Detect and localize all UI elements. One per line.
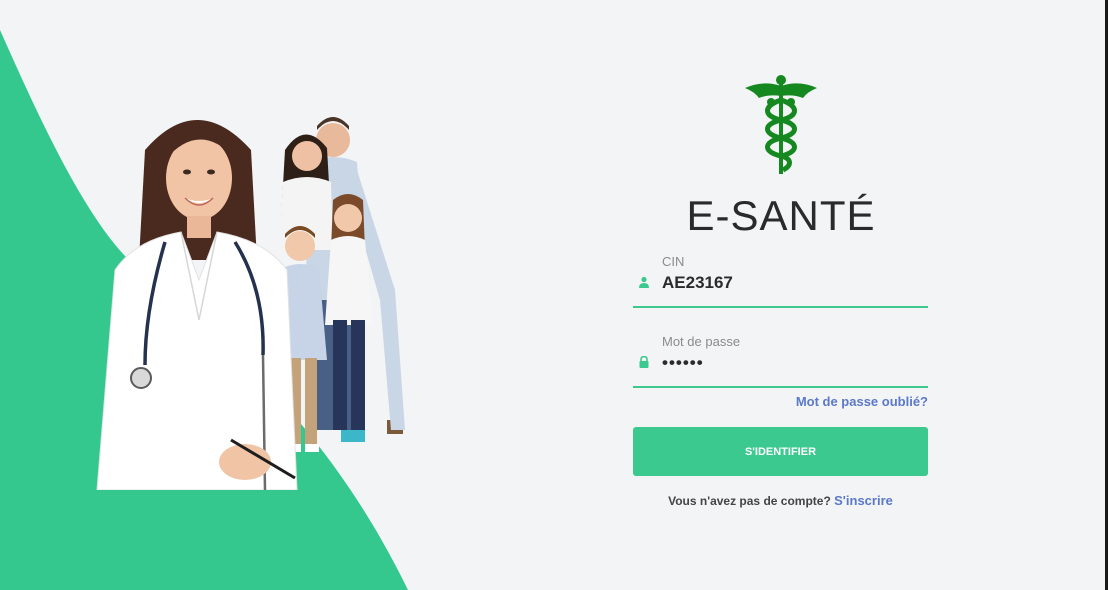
password-label: Mot de passe xyxy=(662,334,741,349)
caduceus-icon xyxy=(745,75,817,174)
doctor xyxy=(96,120,298,490)
lock-icon xyxy=(639,356,649,368)
signup-prompt: Vous n'avez pas de compte? xyxy=(668,494,831,508)
cin-field[interactable]: CIN xyxy=(633,250,928,308)
cin-label: CIN xyxy=(662,254,685,269)
login-button[interactable]: S'IDENTIFIER xyxy=(633,427,928,476)
password-input[interactable]: •••••• xyxy=(662,353,912,373)
password-field[interactable]: Mot de passe •••••• xyxy=(633,330,928,388)
user-icon xyxy=(639,276,649,288)
app-title: E-SANTÉ xyxy=(686,192,876,239)
signup-link[interactable]: S'inscrire xyxy=(834,493,893,508)
doctor-family-image xyxy=(96,117,405,490)
brand-block: E-SANTÉ xyxy=(633,70,929,240)
login-page: E-SANTÉ CIN Mot de passe •••••• Mot de p… xyxy=(0,0,1108,590)
forgot-password-link[interactable]: Mot de passe oublié? xyxy=(796,394,928,409)
signup-row: Vous n'avez pas de compte? S'inscrire xyxy=(633,493,928,508)
cin-input[interactable] xyxy=(662,273,912,293)
